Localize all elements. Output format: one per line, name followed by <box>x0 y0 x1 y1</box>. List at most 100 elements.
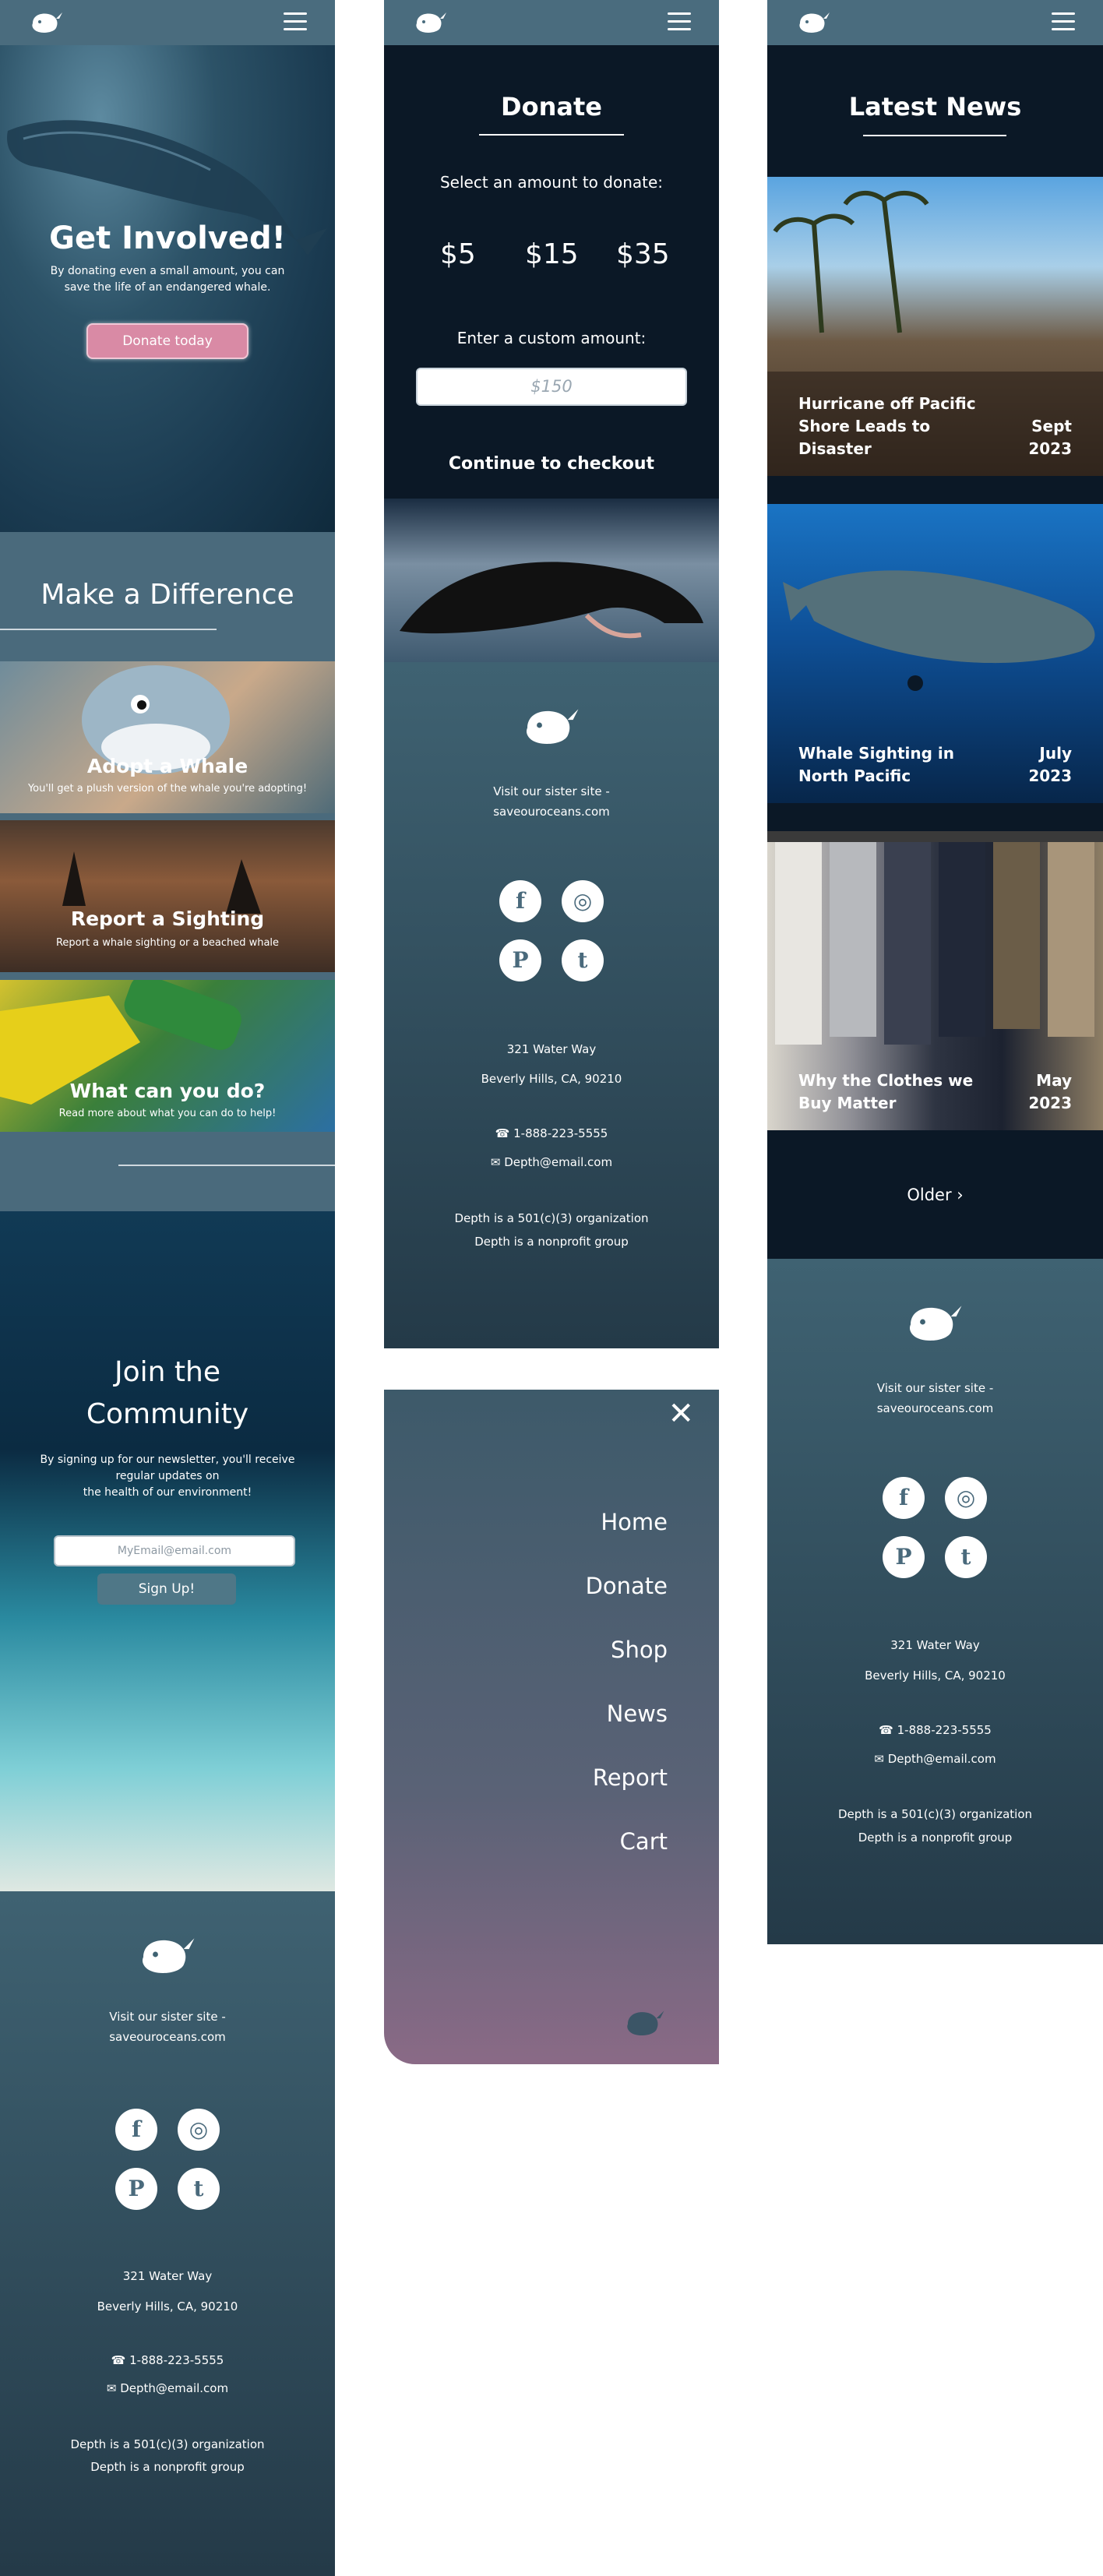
close-icon[interactable]: ✕ <box>668 1396 694 1432</box>
facebook-icon[interactable]: f <box>499 880 541 922</box>
older-posts-link[interactable]: Older › <box>767 1186 1103 1204</box>
donate-page-mockup: Donate Select an amount to donate: $5 $1… <box>384 0 719 1348</box>
address-line: 321 Water Way <box>890 1638 980 1652</box>
amount-option-5[interactable]: $5 <box>440 238 476 270</box>
top-navbar <box>0 0 335 45</box>
phone-row[interactable]: ☎ 1-888-223-5555 <box>384 1126 719 1140</box>
instagram-icon[interactable]: ◎ <box>562 880 604 922</box>
whale-logo-icon <box>526 709 581 745</box>
address-line: 321 Water Way <box>122 2269 213 2283</box>
menu-item-home[interactable]: Home <box>601 1509 668 1535</box>
amount-option-35[interactable]: $35 <box>616 238 670 270</box>
hamburger-menu-icon[interactable] <box>1052 12 1075 31</box>
twitter-icon[interactable]: t <box>945 1536 987 1578</box>
newsletter-email-input[interactable]: MyEmail@email.com <box>54 1535 295 1566</box>
adopt-a-whale-card[interactable]: Adopt a Whale You'll get a plush version… <box>0 661 335 813</box>
sister-site-text: Visit our sister site - <box>109 2010 226 2024</box>
org-line: Depth is a 501(c)(3) organization <box>837 1807 1033 1821</box>
whale-logo-icon[interactable] <box>412 8 449 36</box>
menu-item-donate[interactable]: Donate <box>586 1573 668 1599</box>
card-text: Read more about what you can do to help! <box>58 1108 277 1119</box>
news-article-card[interactable]: Hurricane off Pacific Shore Leads to Dis… <box>767 177 1103 476</box>
sister-site-link[interactable]: saveouroceans.com <box>767 1401 1103 1415</box>
community-text-line: By signing up for our newsletter, you'll… <box>40 1454 295 1466</box>
address-line: Beverly Hills, CA, 90210 <box>97 2299 238 2313</box>
menu-item-news[interactable]: News <box>607 1700 668 1727</box>
article-date-month: July <box>1039 744 1072 763</box>
older-label: Older <box>907 1186 952 1204</box>
report-a-sighting-card[interactable]: Report a Sighting Report a whale sightin… <box>0 820 335 972</box>
sister-site-text: Visit our sister site - <box>876 1381 994 1395</box>
chevron-right-icon: › <box>957 1186 964 1204</box>
custom-amount-input[interactable]: $150 <box>416 368 687 406</box>
phone-icon: ☎ <box>879 1723 897 1737</box>
hamburger-menu-icon[interactable] <box>284 12 307 31</box>
phone-icon: ☎ <box>111 2353 130 2367</box>
mail-icon: ✉ <box>874 1752 888 1766</box>
hero-section: Get Involved! By donating even a small a… <box>0 45 335 532</box>
sign-up-button[interactable]: Sign Up! <box>97 1573 236 1605</box>
email-row[interactable]: ✉ Depth@email.com <box>384 1155 719 1169</box>
mobile-menu-overlay: ✕ Home Donate Shop News Report Cart <box>384 1390 719 2064</box>
news-title: Latest News <box>848 92 1022 122</box>
donate-title: Donate <box>501 92 602 122</box>
community-title: Join the Community <box>0 1351 335 1436</box>
make-a-difference-section: Make a Difference Adopt a Whale You'll g… <box>0 532 335 1166</box>
menu-item-cart[interactable]: Cart <box>620 1828 668 1855</box>
whale-logo-icon[interactable] <box>28 8 65 36</box>
address-line: 321 Water Way <box>506 1042 597 1056</box>
news-article-card[interactable]: Whale Sighting in North Pacific July 2023 <box>767 504 1103 803</box>
whale-logo-icon <box>627 2010 666 2036</box>
whale-tail-image <box>384 499 719 662</box>
article-title: Hurricane off Pacific Shore Leads to Dis… <box>798 394 976 458</box>
email-row[interactable]: ✉ Depth@email.com <box>767 1752 1103 1766</box>
phone-row[interactable]: ☎ 1-888-223-5555 <box>0 2353 335 2367</box>
instagram-icon[interactable]: ◎ <box>945 1477 987 1519</box>
sister-site-link[interactable]: saveouroceans.com <box>384 805 719 819</box>
twitter-icon[interactable]: t <box>562 939 604 981</box>
news-article-card[interactable]: Why the Clothes we Buy Matter May 2023 <box>767 831 1103 1130</box>
select-amount-label: Select an amount to donate: <box>439 173 664 192</box>
pinterest-icon[interactable]: P <box>499 939 541 981</box>
phone-icon: ☎ <box>495 1126 514 1140</box>
what-can-you-do-card[interactable]: What can you do? Read more about what yo… <box>0 980 335 1132</box>
instagram-icon[interactable]: ◎ <box>178 2109 220 2151</box>
sister-site-link[interactable]: saveouroceans.com <box>0 2030 335 2044</box>
phone-number: 1-888-223-5555 <box>129 2353 224 2367</box>
amount-option-15[interactable]: $15 <box>525 238 579 270</box>
whale-logo-icon <box>909 1306 964 1341</box>
continue-checkout-button[interactable]: Continue to checkout <box>384 454 719 474</box>
site-footer: Visit our sister site - saveouroceans.co… <box>0 1891 335 2576</box>
facebook-icon[interactable]: f <box>115 2109 157 2151</box>
email-address: Depth@email.com <box>887 1752 996 1766</box>
news-page-mockup: Latest News Hurricane off Pacific Shore … <box>767 0 1103 1944</box>
phone-row[interactable]: ☎ 1-888-223-5555 <box>767 1723 1103 1737</box>
article-date: May 2023 <box>1010 1070 1072 1115</box>
whale-logo-icon <box>142 1938 197 1974</box>
home-page-mockup: Get Involved! By donating even a small a… <box>0 0 335 2576</box>
menu-item-report[interactable]: Report <box>593 1764 668 1791</box>
hero-text: By donating even a small amount, you can… <box>50 265 285 294</box>
article-title: Why the Clothes we Buy Matter <box>798 1071 974 1112</box>
menu-item-shop[interactable]: Shop <box>611 1637 668 1663</box>
article-date-month: Sept <box>1031 417 1072 435</box>
article-date-year: 2023 <box>1028 766 1072 785</box>
hamburger-menu-icon[interactable] <box>668 12 691 31</box>
divider <box>0 629 217 630</box>
title-underline <box>479 134 624 136</box>
email-row[interactable]: ✉ Depth@email.com <box>0 2381 335 2395</box>
article-date-month: May <box>1036 1071 1072 1090</box>
twitter-icon[interactable]: t <box>178 2168 220 2210</box>
card-title: Report a Sighting <box>70 907 265 930</box>
org-line: Depth is a 501(c)(3) organization <box>454 1211 649 1225</box>
pinterest-icon[interactable]: P <box>883 1536 925 1578</box>
custom-amount-label: Enter a custom amount: <box>456 329 647 347</box>
address-line: Beverly Hills, CA, 90210 <box>865 1669 1006 1683</box>
donate-today-button[interactable]: Donate today <box>86 323 248 359</box>
community-text: By signing up for our newsletter, you'll… <box>0 1452 335 1501</box>
article-date: July 2023 <box>1010 742 1072 788</box>
whale-logo-icon[interactable] <box>795 8 833 36</box>
facebook-icon[interactable]: f <box>883 1477 925 1519</box>
community-title-line: Community <box>86 1398 249 1430</box>
pinterest-icon[interactable]: P <box>115 2168 157 2210</box>
